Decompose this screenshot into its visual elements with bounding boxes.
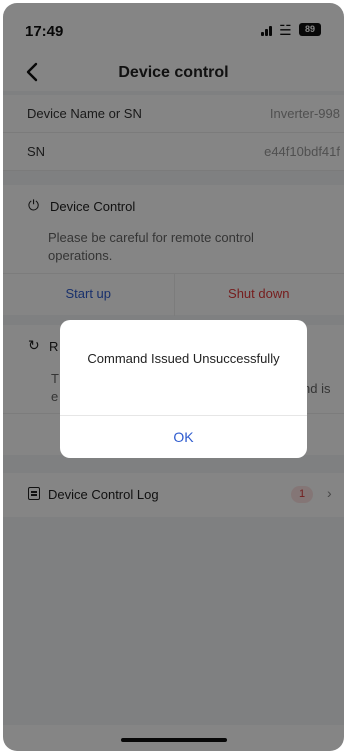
phone-screen: 17:49 ☱ 89 Device control Device Name or… (3, 3, 344, 751)
alert-dialog: Command Issued Unsuccessfully OK (60, 320, 307, 458)
ok-button[interactable]: OK (60, 416, 307, 458)
dialog-message: Command Issued Unsuccessfully (87, 351, 280, 366)
